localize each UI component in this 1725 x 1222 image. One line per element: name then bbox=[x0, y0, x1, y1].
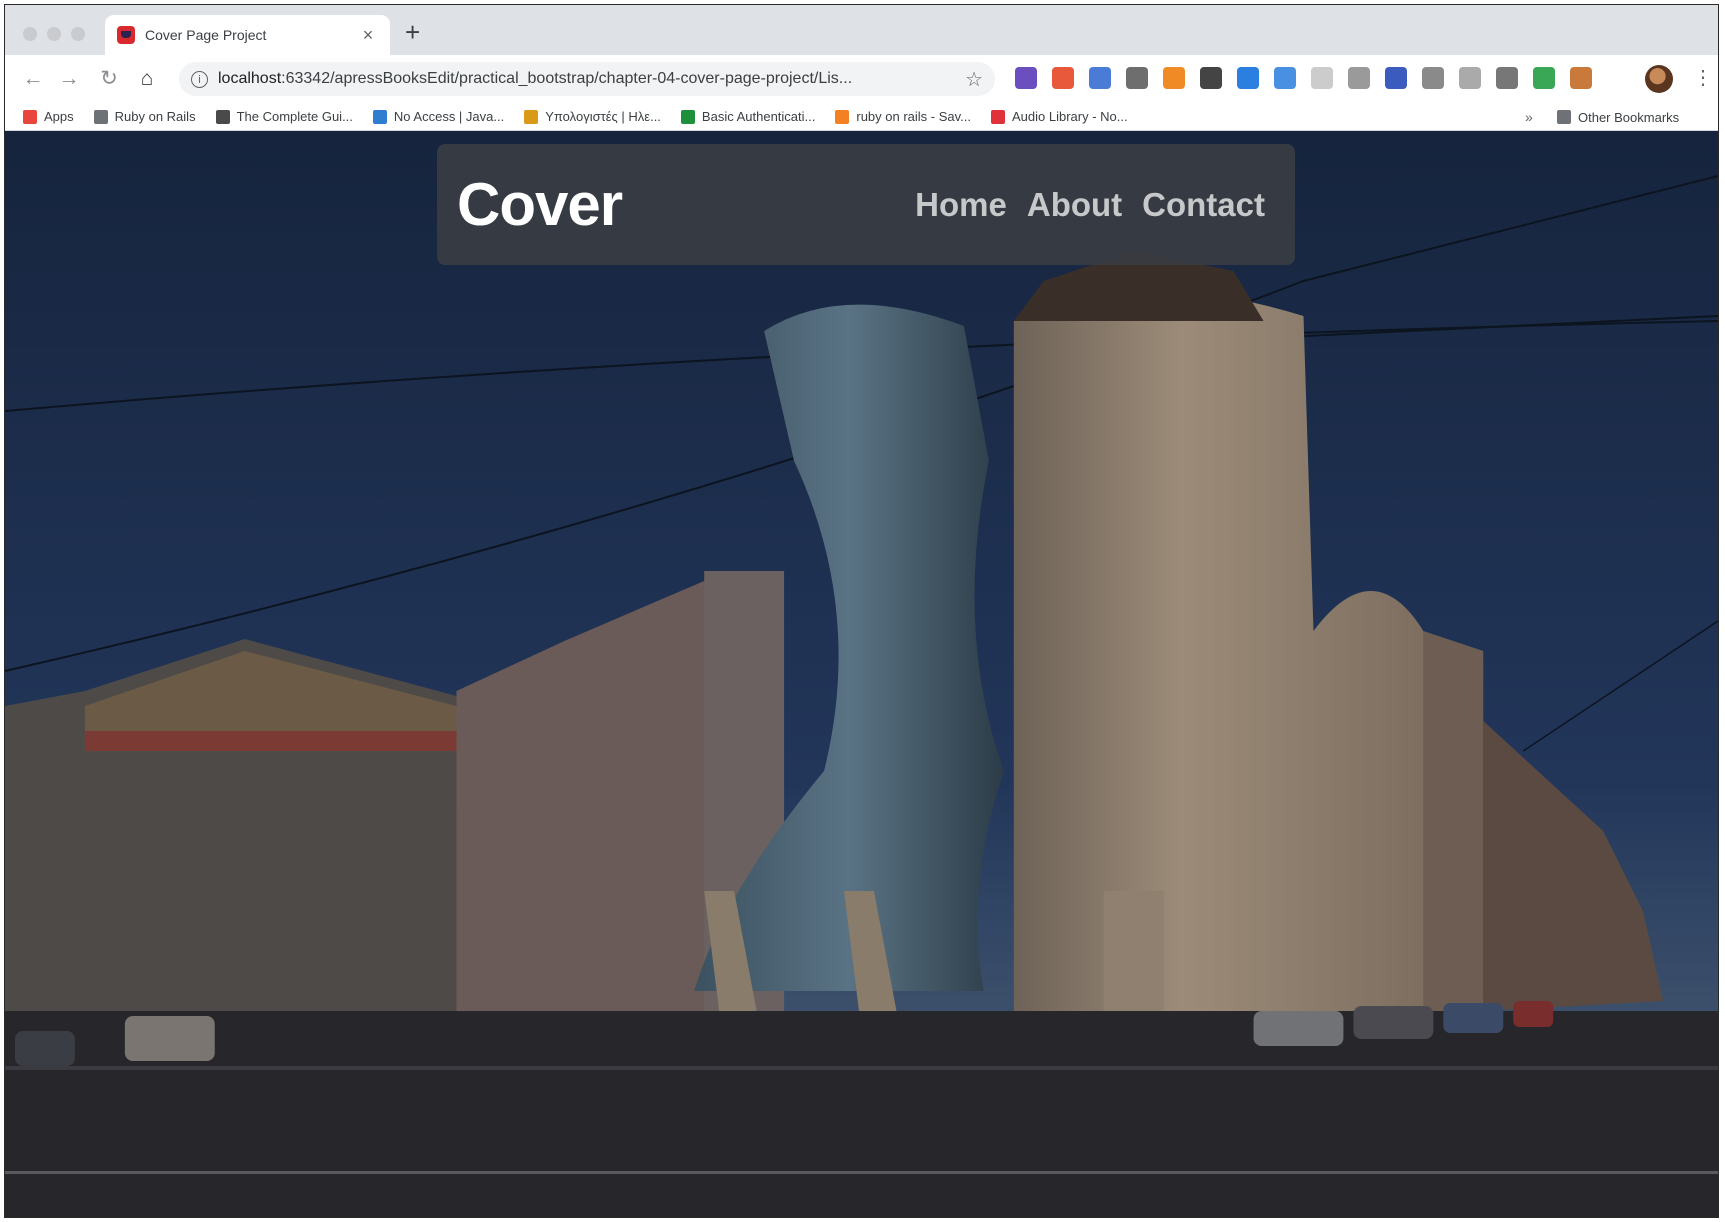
bookmark-label: Apps bbox=[44, 109, 74, 124]
brand-title[interactable]: Cover bbox=[457, 170, 915, 239]
url-path: :63342/apressBooksEdit/practical_bootstr… bbox=[281, 70, 853, 87]
forward-arrow-icon[interactable]: → bbox=[55, 65, 83, 93]
nav-about-link[interactable]: About bbox=[1027, 186, 1122, 224]
other-bookmarks-label: Other Bookmarks bbox=[1578, 109, 1680, 125]
folder-icon bbox=[1557, 110, 1571, 124]
apps-grid-icon bbox=[23, 109, 37, 124]
bookmark-icon bbox=[991, 109, 1006, 124]
cover-page: Cover Home About Contact bbox=[5, 131, 1718, 1217]
bookmark-item[interactable]: Basic Authenticati... bbox=[680, 109, 816, 124]
bookmark-label: Υπολογιστές | Ηλε... bbox=[545, 109, 661, 124]
close-window-button[interactable] bbox=[23, 27, 37, 41]
new-tab-button[interactable]: + bbox=[405, 19, 420, 45]
extension-icon[interactable] bbox=[1533, 67, 1555, 89]
bookmark-item[interactable]: Υπολογιστές | Ηλε... bbox=[524, 109, 661, 124]
bookmark-star-icon[interactable]: ☆ bbox=[965, 67, 983, 92]
url-text[interactable]: localhost:63342/apressBooksEdit/practica… bbox=[218, 70, 965, 88]
url-host: localhost bbox=[218, 70, 282, 87]
window-controls bbox=[23, 27, 85, 41]
bookmark-icon bbox=[524, 109, 539, 124]
extension-icon[interactable] bbox=[1126, 67, 1148, 89]
extension-icon[interactable] bbox=[1200, 67, 1222, 89]
extension-icon[interactable] bbox=[1052, 67, 1074, 89]
address-bar[interactable]: i localhost:63342/apressBooksEdit/practi… bbox=[179, 62, 995, 96]
extensions-area bbox=[1015, 67, 1592, 89]
extension-icon[interactable] bbox=[1237, 67, 1259, 89]
maximize-window-button[interactable] bbox=[71, 27, 85, 41]
bookmarks-bar: Apps Ruby on Rails The Complete Gui... No A… bbox=[5, 103, 1718, 131]
browser-window: Cover Page Project × + ← → ↻ ⌂ i localho… bbox=[4, 4, 1719, 1218]
extension-icon[interactable] bbox=[1089, 67, 1111, 89]
extension-icon[interactable] bbox=[1348, 67, 1370, 89]
bookmark-icon bbox=[680, 109, 695, 124]
extension-icon[interactable] bbox=[1163, 67, 1185, 89]
bookmark-label: No Access | Java... bbox=[393, 109, 505, 124]
back-arrow-icon[interactable]: ← bbox=[19, 65, 47, 93]
bookmark-label: Basic Authenticati... bbox=[701, 109, 816, 124]
other-bookmarks[interactable]: Other Bookmarks bbox=[1557, 103, 1679, 131]
bookmarks-overflow-icon[interactable]: » bbox=[1525, 109, 1533, 125]
main-nav: Home About Contact bbox=[915, 186, 1265, 224]
tab-title: Cover Page Project bbox=[145, 27, 267, 43]
bookmark-label: The Complete Gui... bbox=[236, 109, 353, 124]
extension-icon[interactable] bbox=[1385, 67, 1407, 89]
bookmark-item[interactable]: ruby on rails - Sav... bbox=[835, 109, 971, 124]
minimize-window-button[interactable] bbox=[47, 27, 61, 41]
bookmark-icon bbox=[372, 109, 387, 124]
nav-home-link[interactable]: Home bbox=[915, 186, 1007, 224]
extension-icon[interactable] bbox=[1496, 67, 1518, 89]
extension-icon[interactable] bbox=[1311, 67, 1333, 89]
bookmark-icon bbox=[215, 109, 230, 124]
close-tab-icon[interactable]: × bbox=[358, 25, 378, 46]
browser-menu-icon[interactable]: ⋮ bbox=[1693, 65, 1713, 90]
extension-icon[interactable] bbox=[1422, 67, 1444, 89]
bookmark-label: Audio Library - No... bbox=[1012, 109, 1128, 124]
background-photo bbox=[5, 131, 1718, 1217]
nav-contact-link[interactable]: Contact bbox=[1142, 186, 1265, 224]
tab-cover-page-project[interactable]: Cover Page Project × bbox=[105, 15, 390, 55]
home-icon[interactable]: ⌂ bbox=[133, 65, 161, 93]
profile-avatar[interactable] bbox=[1645, 65, 1673, 93]
bookmark-icon bbox=[835, 109, 850, 124]
bookmark-item[interactable]: Audio Library - No... bbox=[991, 109, 1128, 124]
extension-icon[interactable] bbox=[1274, 67, 1296, 89]
extension-icon[interactable] bbox=[1459, 67, 1481, 89]
tab-strip: Cover Page Project × + bbox=[5, 5, 1718, 55]
bookmark-item[interactable]: Apps bbox=[23, 109, 74, 124]
reload-icon[interactable]: ↻ bbox=[95, 65, 123, 93]
folder-icon bbox=[93, 109, 108, 124]
browser-toolbar: ← → ↻ ⌂ i localhost:63342/apressBooksEdi… bbox=[5, 55, 1718, 103]
bookmark-label: Ruby on Rails bbox=[114, 109, 196, 124]
extension-icon[interactable] bbox=[1015, 67, 1037, 89]
extension-icon[interactable] bbox=[1570, 67, 1592, 89]
bookmark-label: ruby on rails - Sav... bbox=[856, 109, 972, 124]
bookmark-item[interactable]: The Complete Gui... bbox=[215, 109, 353, 124]
bookmark-item[interactable]: No Access | Java... bbox=[372, 109, 505, 124]
site-info-icon[interactable]: i bbox=[191, 70, 208, 88]
masthead: Cover Home About Contact bbox=[437, 144, 1295, 265]
favicon-icon bbox=[117, 26, 135, 44]
bookmark-item[interactable]: Ruby on Rails bbox=[93, 109, 196, 124]
